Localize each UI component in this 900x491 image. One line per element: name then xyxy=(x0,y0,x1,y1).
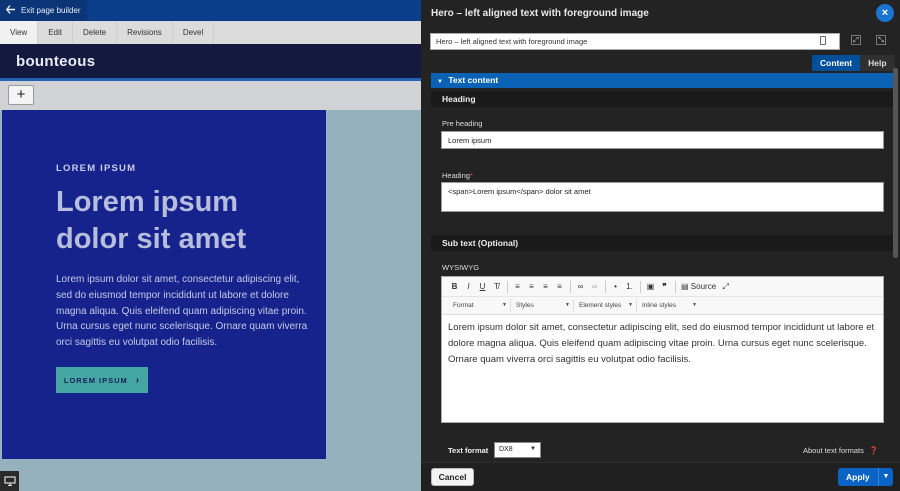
pre-heading-field[interactable]: Lorem ipsum xyxy=(441,131,884,149)
component-title-input[interactable]: Hero – left aligned text with foreground… xyxy=(430,33,840,50)
pre-heading-label: Pre heading xyxy=(442,119,483,128)
format-label: Format xyxy=(453,302,474,309)
source-icon: ▤ xyxy=(681,282,689,291)
exit-page-builder-link[interactable]: Exit page builder xyxy=(0,0,87,21)
wysiwyg-label: WYSIWYG xyxy=(442,263,480,272)
page-builder-preview: Exit page builder View Edit Delete Revis… xyxy=(0,0,421,491)
source-label: Source xyxy=(690,282,717,291)
tab-revisions[interactable]: Revisions xyxy=(117,21,173,44)
section-label: Text content xyxy=(448,75,499,85)
about-text-formats-link[interactable]: About text formats ❓ xyxy=(803,446,878,455)
cta-label: LOREM IPSUM xyxy=(63,375,128,385)
collapse-icon[interactable]: ⤡ xyxy=(876,35,886,45)
site-header: bounteous xyxy=(0,44,421,78)
editor-toolbar: B I U T̸ ≡ ≡ ≡ ≡ ∞ ∞ • 1. ▣ ❞ ▤ Source ⤢ xyxy=(442,277,883,297)
tab-content[interactable]: Content xyxy=(812,55,861,71)
text-content-section[interactable]: ▼ Text content xyxy=(431,73,894,88)
add-section-row: + xyxy=(0,81,421,110)
unlink-icon[interactable]: ∞ xyxy=(588,280,601,293)
bold-icon[interactable]: B xyxy=(448,280,461,293)
tab-devel[interactable]: Devel xyxy=(173,21,215,44)
screen: Exit page builder View Edit Delete Revis… xyxy=(0,0,900,491)
inline-styles-label: Inline styles xyxy=(642,302,676,309)
format-dropdown[interactable]: Format ▼ xyxy=(448,299,511,312)
clear-format-icon[interactable]: T̸ xyxy=(490,280,503,293)
admin-toolbar: Exit page builder xyxy=(0,0,421,21)
caret-down-icon[interactable]: ▼ xyxy=(878,468,893,486)
exit-label: Exit page builder xyxy=(21,6,81,15)
underline-icon[interactable]: U xyxy=(476,280,489,293)
toolbar-divider xyxy=(605,280,606,293)
hero-body-text: Lorem ipsum dolor sit amet, consectetur … xyxy=(56,274,308,349)
monitor-icon[interactable] xyxy=(0,471,19,491)
site-logo[interactable]: bounteous xyxy=(16,53,95,70)
dialog-title: Hero – left aligned text with foreground… xyxy=(431,8,649,19)
caret-down-icon: ▼ xyxy=(628,302,633,308)
caret-down-icon: ▼ xyxy=(565,302,570,308)
source-button[interactable]: ▤ Source xyxy=(679,280,718,293)
apply-button[interactable]: Apply ▼ xyxy=(838,468,893,486)
heading-label-text: Heading xyxy=(442,171,470,180)
caret-down-icon: ▼ xyxy=(502,302,507,308)
align-justify-icon[interactable]: ≡ xyxy=(553,280,566,293)
element-styles-label: Element styles xyxy=(579,302,622,309)
cancel-button[interactable]: Cancel xyxy=(431,468,474,486)
toolbar-divider xyxy=(640,280,641,293)
tab-delete[interactable]: Delete xyxy=(73,21,118,44)
text-format-row: Text format DX8 ▼ About text formats ❓ xyxy=(431,440,894,462)
about-text-formats-label: About text formats xyxy=(803,446,864,455)
subtext-group-title: Sub text (Optional) xyxy=(431,235,894,251)
element-styles-dropdown[interactable]: Element styles ▼ xyxy=(574,299,637,312)
blockquote-icon[interactable]: ❞ xyxy=(658,280,671,293)
toolbar-divider xyxy=(507,280,508,293)
exit-arrow-icon xyxy=(5,5,16,16)
heading-label: Heading* xyxy=(442,171,473,180)
bulleted-list-icon[interactable]: • xyxy=(609,280,622,293)
tab-help[interactable]: Help xyxy=(860,55,895,71)
image-icon[interactable]: ▣ xyxy=(644,280,657,293)
expand-icon[interactable]: ⤢ xyxy=(851,35,861,45)
maximize-icon[interactable]: ⤢ xyxy=(719,280,732,293)
tab-view[interactable]: View xyxy=(0,21,39,44)
dialog-footer: Cancel Apply ▼ xyxy=(421,462,900,491)
align-left-icon[interactable]: ≡ xyxy=(511,280,524,293)
edit-dialog: Hero – left aligned text with foreground… xyxy=(421,0,900,491)
add-section-button[interactable]: + xyxy=(8,85,34,105)
italic-icon[interactable]: I xyxy=(462,280,475,293)
text-format-select[interactable]: DX8 ▼ xyxy=(494,442,541,458)
local-tasks: View Edit Delete Revisions Devel xyxy=(0,21,421,44)
tab-edit[interactable]: Edit xyxy=(38,21,73,44)
hero-heading: Lorem ipsum dolor sit amet xyxy=(56,186,247,255)
text-format-value: DX8 xyxy=(499,446,513,453)
heading-group-title: Heading xyxy=(431,91,894,107)
toolbar-divider xyxy=(675,280,676,293)
caret-down-icon: ▼ xyxy=(437,79,443,85)
toolbar-divider xyxy=(570,280,571,293)
apply-label: Apply xyxy=(846,472,870,482)
styles-label: Styles xyxy=(516,302,534,309)
dialog-tabs: Content Help xyxy=(812,55,895,71)
wysiwyg-editor: B I U T̸ ≡ ≡ ≡ ≡ ∞ ∞ • 1. ▣ ❞ ▤ Source ⤢… xyxy=(441,276,884,423)
clipboard-icon[interactable] xyxy=(820,36,826,45)
numbered-list-icon[interactable]: 1. xyxy=(623,280,636,293)
caret-down-icon: ▼ xyxy=(530,446,536,452)
align-right-icon[interactable]: ≡ xyxy=(539,280,552,293)
heading-field[interactable]: <span>Lorem ipsum</span> dolor sit amet xyxy=(441,182,884,212)
close-icon[interactable]: × xyxy=(876,4,894,22)
inline-styles-dropdown[interactable]: Inline styles ▼ xyxy=(637,299,700,312)
required-marker: * xyxy=(469,171,473,180)
styles-dropdown[interactable]: Styles ▼ xyxy=(511,299,574,312)
align-center-icon[interactable]: ≡ xyxy=(525,280,538,293)
link-icon[interactable]: ∞ xyxy=(574,280,587,293)
hero-pre-heading: LOREM IPSUM xyxy=(56,163,137,174)
editor-content[interactable]: Lorem ipsum dolor sit amet, consectetur … xyxy=(448,320,880,368)
caret-down-icon: ▼ xyxy=(692,302,697,308)
scrollbar[interactable] xyxy=(893,68,898,258)
help-icon: ❓ xyxy=(868,446,879,455)
hero-cta-button[interactable]: LOREM IPSUM › xyxy=(56,367,148,393)
text-format-label: Text format xyxy=(448,446,489,455)
chevron-right-icon: › xyxy=(135,374,141,386)
editor-style-toolbar: Format ▼ Styles ▼ Element styles ▼ Inline s… xyxy=(442,297,883,315)
